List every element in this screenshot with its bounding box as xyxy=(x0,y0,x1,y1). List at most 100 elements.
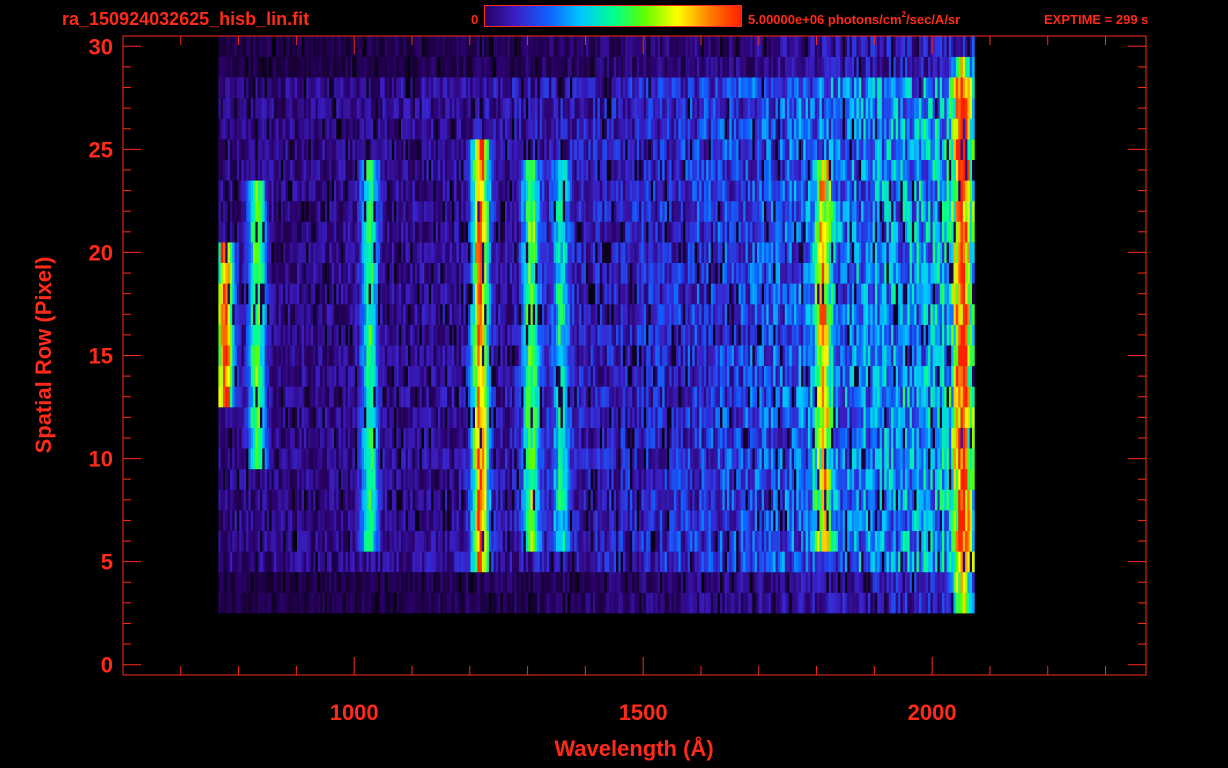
heatmap-cell xyxy=(407,283,411,305)
heatmap-cell xyxy=(255,304,259,325)
heatmap-cell xyxy=(306,489,309,511)
heatmap-cell xyxy=(872,386,876,408)
heatmap-cell xyxy=(539,448,543,470)
heatmap-cell xyxy=(592,510,596,531)
heatmap-cell xyxy=(484,407,487,428)
heatmap-cell xyxy=(458,345,462,367)
heatmap-cell xyxy=(232,427,235,449)
heatmap-cell xyxy=(685,510,689,531)
heatmap-cell xyxy=(512,407,515,428)
heatmap-cell xyxy=(905,324,908,346)
heatmap-cell xyxy=(842,530,846,552)
heatmap-cell xyxy=(477,365,480,387)
heatmap-cell xyxy=(273,386,277,408)
heatmap-cell xyxy=(250,407,254,428)
heatmap-cell xyxy=(465,407,469,428)
heatmap-cell xyxy=(842,592,846,614)
heatmap-cell xyxy=(562,304,566,325)
heatmap-cell xyxy=(773,489,776,511)
heatmap-cell xyxy=(294,489,298,511)
heatmap-cell xyxy=(391,592,395,614)
heatmap-cell xyxy=(498,324,501,346)
heatmap-cell xyxy=(234,592,238,614)
heatmap-cell xyxy=(345,407,349,428)
heatmap-cell xyxy=(507,571,510,593)
heatmap-cell xyxy=(537,592,541,614)
heatmap-cell xyxy=(639,489,642,511)
heatmap-cell xyxy=(907,345,910,367)
heatmap-cell xyxy=(329,345,332,367)
heatmap-cell xyxy=(720,530,723,552)
heatmap-cell xyxy=(722,448,726,470)
heatmap-cell xyxy=(532,365,536,387)
heatmap-cell xyxy=(819,324,823,346)
heatmap-cell xyxy=(553,530,557,552)
heatmap-cell xyxy=(297,324,300,346)
heatmap-cell xyxy=(944,448,947,470)
heatmap-cell xyxy=(539,324,543,346)
heatmap-cell xyxy=(320,324,323,346)
heatmap-cell xyxy=(220,427,224,449)
heatmap-cell xyxy=(218,510,222,531)
heatmap-cell xyxy=(368,468,372,490)
heatmap-cell xyxy=(528,592,531,614)
heatmap-cell xyxy=(916,592,920,614)
heatmap-cell xyxy=(285,365,289,387)
heatmap-cell xyxy=(847,468,850,490)
heatmap-cell xyxy=(565,530,568,552)
heatmap-cell xyxy=(567,304,571,325)
heatmap-cell xyxy=(306,427,309,449)
heatmap-cell xyxy=(248,448,252,470)
heatmap-cell xyxy=(967,345,971,367)
heatmap-cell xyxy=(787,448,790,470)
heatmap-cell xyxy=(493,324,497,346)
heatmap-cell xyxy=(849,510,853,531)
heatmap-cell xyxy=(350,427,353,449)
heatmap-cell xyxy=(458,365,462,387)
heatmap-cell xyxy=(417,530,420,552)
heatmap-cell xyxy=(384,324,388,346)
heatmap-cell xyxy=(761,427,765,449)
heatmap-cell xyxy=(553,345,557,367)
heatmap-cell xyxy=(653,571,656,593)
heatmap-cell xyxy=(498,427,501,449)
heatmap-cell xyxy=(828,592,832,614)
heatmap-cell xyxy=(220,386,224,408)
heatmap-cell xyxy=(844,365,848,387)
heatmap-cell xyxy=(484,489,487,511)
heatmap-cell xyxy=(870,324,873,346)
heatmap-cell xyxy=(544,365,547,387)
heatmap-cell xyxy=(488,427,492,449)
heatmap-cell xyxy=(620,592,624,614)
heatmap-cell xyxy=(844,407,848,428)
heatmap-cell xyxy=(870,510,873,531)
heatmap-cell xyxy=(895,592,899,614)
heatmap-cell xyxy=(546,448,550,470)
heatmap-cell xyxy=(435,365,439,387)
heatmap-cell xyxy=(770,571,774,593)
heatmap-cell xyxy=(759,324,762,346)
heatmap-cell xyxy=(801,345,804,367)
heatmap-cell xyxy=(246,489,249,511)
heatmap-cell xyxy=(844,427,848,449)
heatmap-cell xyxy=(722,571,726,593)
heatmap-cell xyxy=(532,345,536,367)
heatmap-cell xyxy=(350,468,353,490)
heatmap-cell xyxy=(738,365,742,387)
heatmap-cell xyxy=(530,510,534,531)
heatmap-cell xyxy=(803,489,806,511)
heatmap-cell xyxy=(678,489,682,511)
heatmap-cell xyxy=(470,386,474,408)
heatmap-cell xyxy=(969,468,973,490)
heatmap-cell xyxy=(567,448,571,470)
heatmap-cell xyxy=(229,510,233,531)
heatmap-cell xyxy=(558,386,561,408)
heatmap-cell xyxy=(937,592,941,614)
heatmap-cell xyxy=(458,571,462,593)
heatmap-cell xyxy=(574,304,578,325)
heatmap-cell xyxy=(470,304,474,325)
heatmap-cell xyxy=(602,448,605,470)
heatmap-cell xyxy=(565,510,568,531)
heatmap-cell xyxy=(484,551,487,573)
heatmap-cell xyxy=(294,304,298,325)
